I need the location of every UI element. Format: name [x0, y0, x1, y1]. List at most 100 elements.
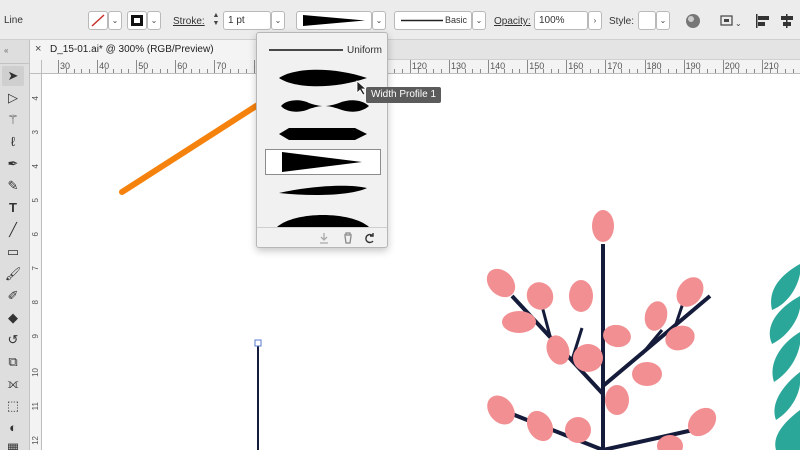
berry-shape[interactable]	[592, 210, 614, 242]
berry-shape[interactable]	[662, 322, 698, 355]
shape-builder-tool-icon[interactable]: ◐	[2, 418, 24, 438]
artboard-canvas[interactable]	[42, 74, 800, 450]
curvature-tool-icon[interactable]: ✎	[2, 176, 24, 196]
stroke-weight-field[interactable]: 1 pt	[223, 11, 271, 30]
document-tab[interactable]: × D_15-01.ai* @ 300% (RGB/Preview)	[30, 40, 260, 60]
berry-shape[interactable]	[573, 344, 603, 372]
berry-branch-illustration[interactable]	[481, 210, 722, 450]
rotate-tool-icon[interactable]: ↺	[2, 330, 24, 350]
variable-width-profile-dropdown[interactable]: ⌄	[372, 11, 386, 30]
berry-shape[interactable]	[543, 332, 574, 368]
berry-shape[interactable]	[605, 385, 629, 415]
stroke-weight-dropdown[interactable]: ⌄	[271, 11, 285, 30]
ruler-minor-tick	[394, 69, 396, 73]
ruler-minor-tick	[112, 69, 114, 73]
collapse-panel-icon[interactable]: «	[4, 46, 8, 55]
ruler-major-tick	[136, 60, 138, 73]
berry-shape[interactable]	[522, 277, 559, 314]
selection-tool-icon[interactable]: ➤	[2, 66, 24, 86]
align-to-selection-icon[interactable]: ⌄	[718, 12, 744, 30]
horizontal-ruler[interactable]: 3040506070809010011012013014015016017018…	[42, 60, 800, 74]
ruler-minor-tick	[104, 69, 106, 73]
scale-tool-icon[interactable]: ⧉	[2, 352, 24, 372]
ruler-minor-tick	[769, 69, 771, 73]
lasso-tool-icon[interactable]: ℓ	[2, 132, 24, 152]
chevron-down-icon[interactable]: ▼	[211, 20, 221, 28]
ruler-major-tick	[409, 60, 411, 73]
magic-wand-tool-icon[interactable]: ⚚	[2, 110, 24, 130]
berry-shape[interactable]	[632, 362, 662, 386]
berry-shape[interactable]	[682, 402, 722, 442]
ruler-minor-tick	[495, 69, 497, 73]
ruler-minor-tick	[558, 69, 560, 73]
ruler-major-tick	[761, 60, 763, 73]
vertical-ruler[interactable]: 4 3 4 5 6 7 8 9 10 11 12	[30, 74, 42, 450]
profile-item-2[interactable]	[265, 93, 381, 119]
anchor-point-handle[interactable]	[254, 339, 262, 347]
perspective-grid-tool-icon[interactable]: ▦	[2, 438, 24, 450]
ruler-minor-tick	[519, 69, 521, 73]
ruler-minor-tick	[120, 69, 122, 73]
berry-shape[interactable]	[671, 272, 709, 312]
style-label: Style:	[609, 16, 635, 27]
pen-tool-icon[interactable]: ✒	[2, 154, 24, 174]
opacity-field[interactable]: 100%	[534, 11, 588, 30]
ruler-minor-tick	[589, 69, 591, 73]
opacity-expand-button[interactable]: ›	[588, 11, 602, 30]
ruler-number: 6	[31, 232, 40, 237]
berry-shape[interactable]	[565, 417, 591, 443]
tools-panel-header[interactable]: «	[0, 40, 30, 64]
horizontal-align-center-icon[interactable]	[778, 12, 796, 30]
teal-leaf-illustration[interactable]	[769, 264, 800, 450]
berry-shape[interactable]	[522, 406, 559, 446]
free-transform-tool-icon[interactable]: ⬚	[2, 396, 24, 416]
opacity-label[interactable]: Opacity:	[494, 16, 531, 27]
berry-shape[interactable]	[502, 311, 536, 333]
ruler-minor-tick	[433, 69, 435, 73]
recolor-artwork-icon[interactable]	[684, 12, 702, 30]
fill-none-icon	[91, 14, 105, 27]
width-tool-icon[interactable]: ⟗	[2, 374, 24, 394]
brush-definition-dropdown[interactable]: ⌄	[472, 11, 486, 30]
direct-selection-tool-icon[interactable]: ▷	[2, 88, 24, 108]
profile-item-5[interactable]	[265, 177, 381, 203]
shaper-tool-icon[interactable]: ✐	[2, 286, 24, 306]
horizontal-align-left-icon[interactable]	[754, 12, 772, 30]
rectangle-tool-icon[interactable]: ▭	[2, 242, 24, 262]
graphic-style-dropdown[interactable]: ⌄	[656, 11, 670, 30]
berry-shape[interactable]	[482, 390, 521, 430]
ruler-minor-tick	[636, 69, 638, 73]
graphic-style-swatch[interactable]	[638, 11, 656, 30]
berry-shape[interactable]	[601, 323, 632, 350]
ruler-origin[interactable]	[30, 60, 42, 74]
stroke-weight-stepper[interactable]: ▲ ▼	[211, 12, 221, 30]
ruler-minor-tick	[785, 69, 787, 73]
ruler-minor-tick	[675, 69, 677, 73]
delete-profile-icon[interactable]	[341, 231, 355, 245]
ruler-major-tick	[683, 60, 685, 73]
stroke-label[interactable]: Stroke:	[173, 16, 205, 27]
stroke-color-dropdown[interactable]: ⌄	[147, 11, 161, 30]
add-to-profiles-icon[interactable]	[317, 231, 331, 245]
document-tab-bar: × D_15-01.ai* @ 300% (RGB/Preview)	[30, 40, 800, 60]
eraser-tool-icon[interactable]: ◆	[2, 308, 24, 328]
ruler-minor-tick	[73, 69, 75, 73]
ruler-minor-tick	[621, 69, 623, 73]
profile-item-4[interactable]	[265, 149, 381, 175]
brush-definition-field[interactable]: Basic	[394, 11, 472, 30]
profile-item-uniform[interactable]: Uniform	[265, 37, 382, 63]
close-icon[interactable]: ×	[35, 43, 41, 55]
berry-shape[interactable]	[641, 299, 670, 334]
berry-shape[interactable]	[569, 280, 593, 312]
profile-item-3[interactable]	[265, 121, 381, 147]
chevron-up-icon[interactable]: ▲	[211, 12, 221, 20]
line-segment-tool-icon[interactable]: ╱	[2, 220, 24, 240]
stroke-color-swatch[interactable]	[127, 11, 147, 30]
variable-width-profile-field[interactable]	[296, 11, 372, 30]
ruler-number: 8	[31, 300, 40, 305]
paintbrush-tool-icon[interactable]: 🖌	[2, 264, 24, 284]
fill-color-swatch[interactable]	[88, 11, 108, 30]
type-tool-icon[interactable]: T	[2, 198, 24, 218]
reset-profiles-icon[interactable]	[363, 231, 377, 245]
fill-color-dropdown[interactable]: ⌄	[108, 11, 122, 30]
